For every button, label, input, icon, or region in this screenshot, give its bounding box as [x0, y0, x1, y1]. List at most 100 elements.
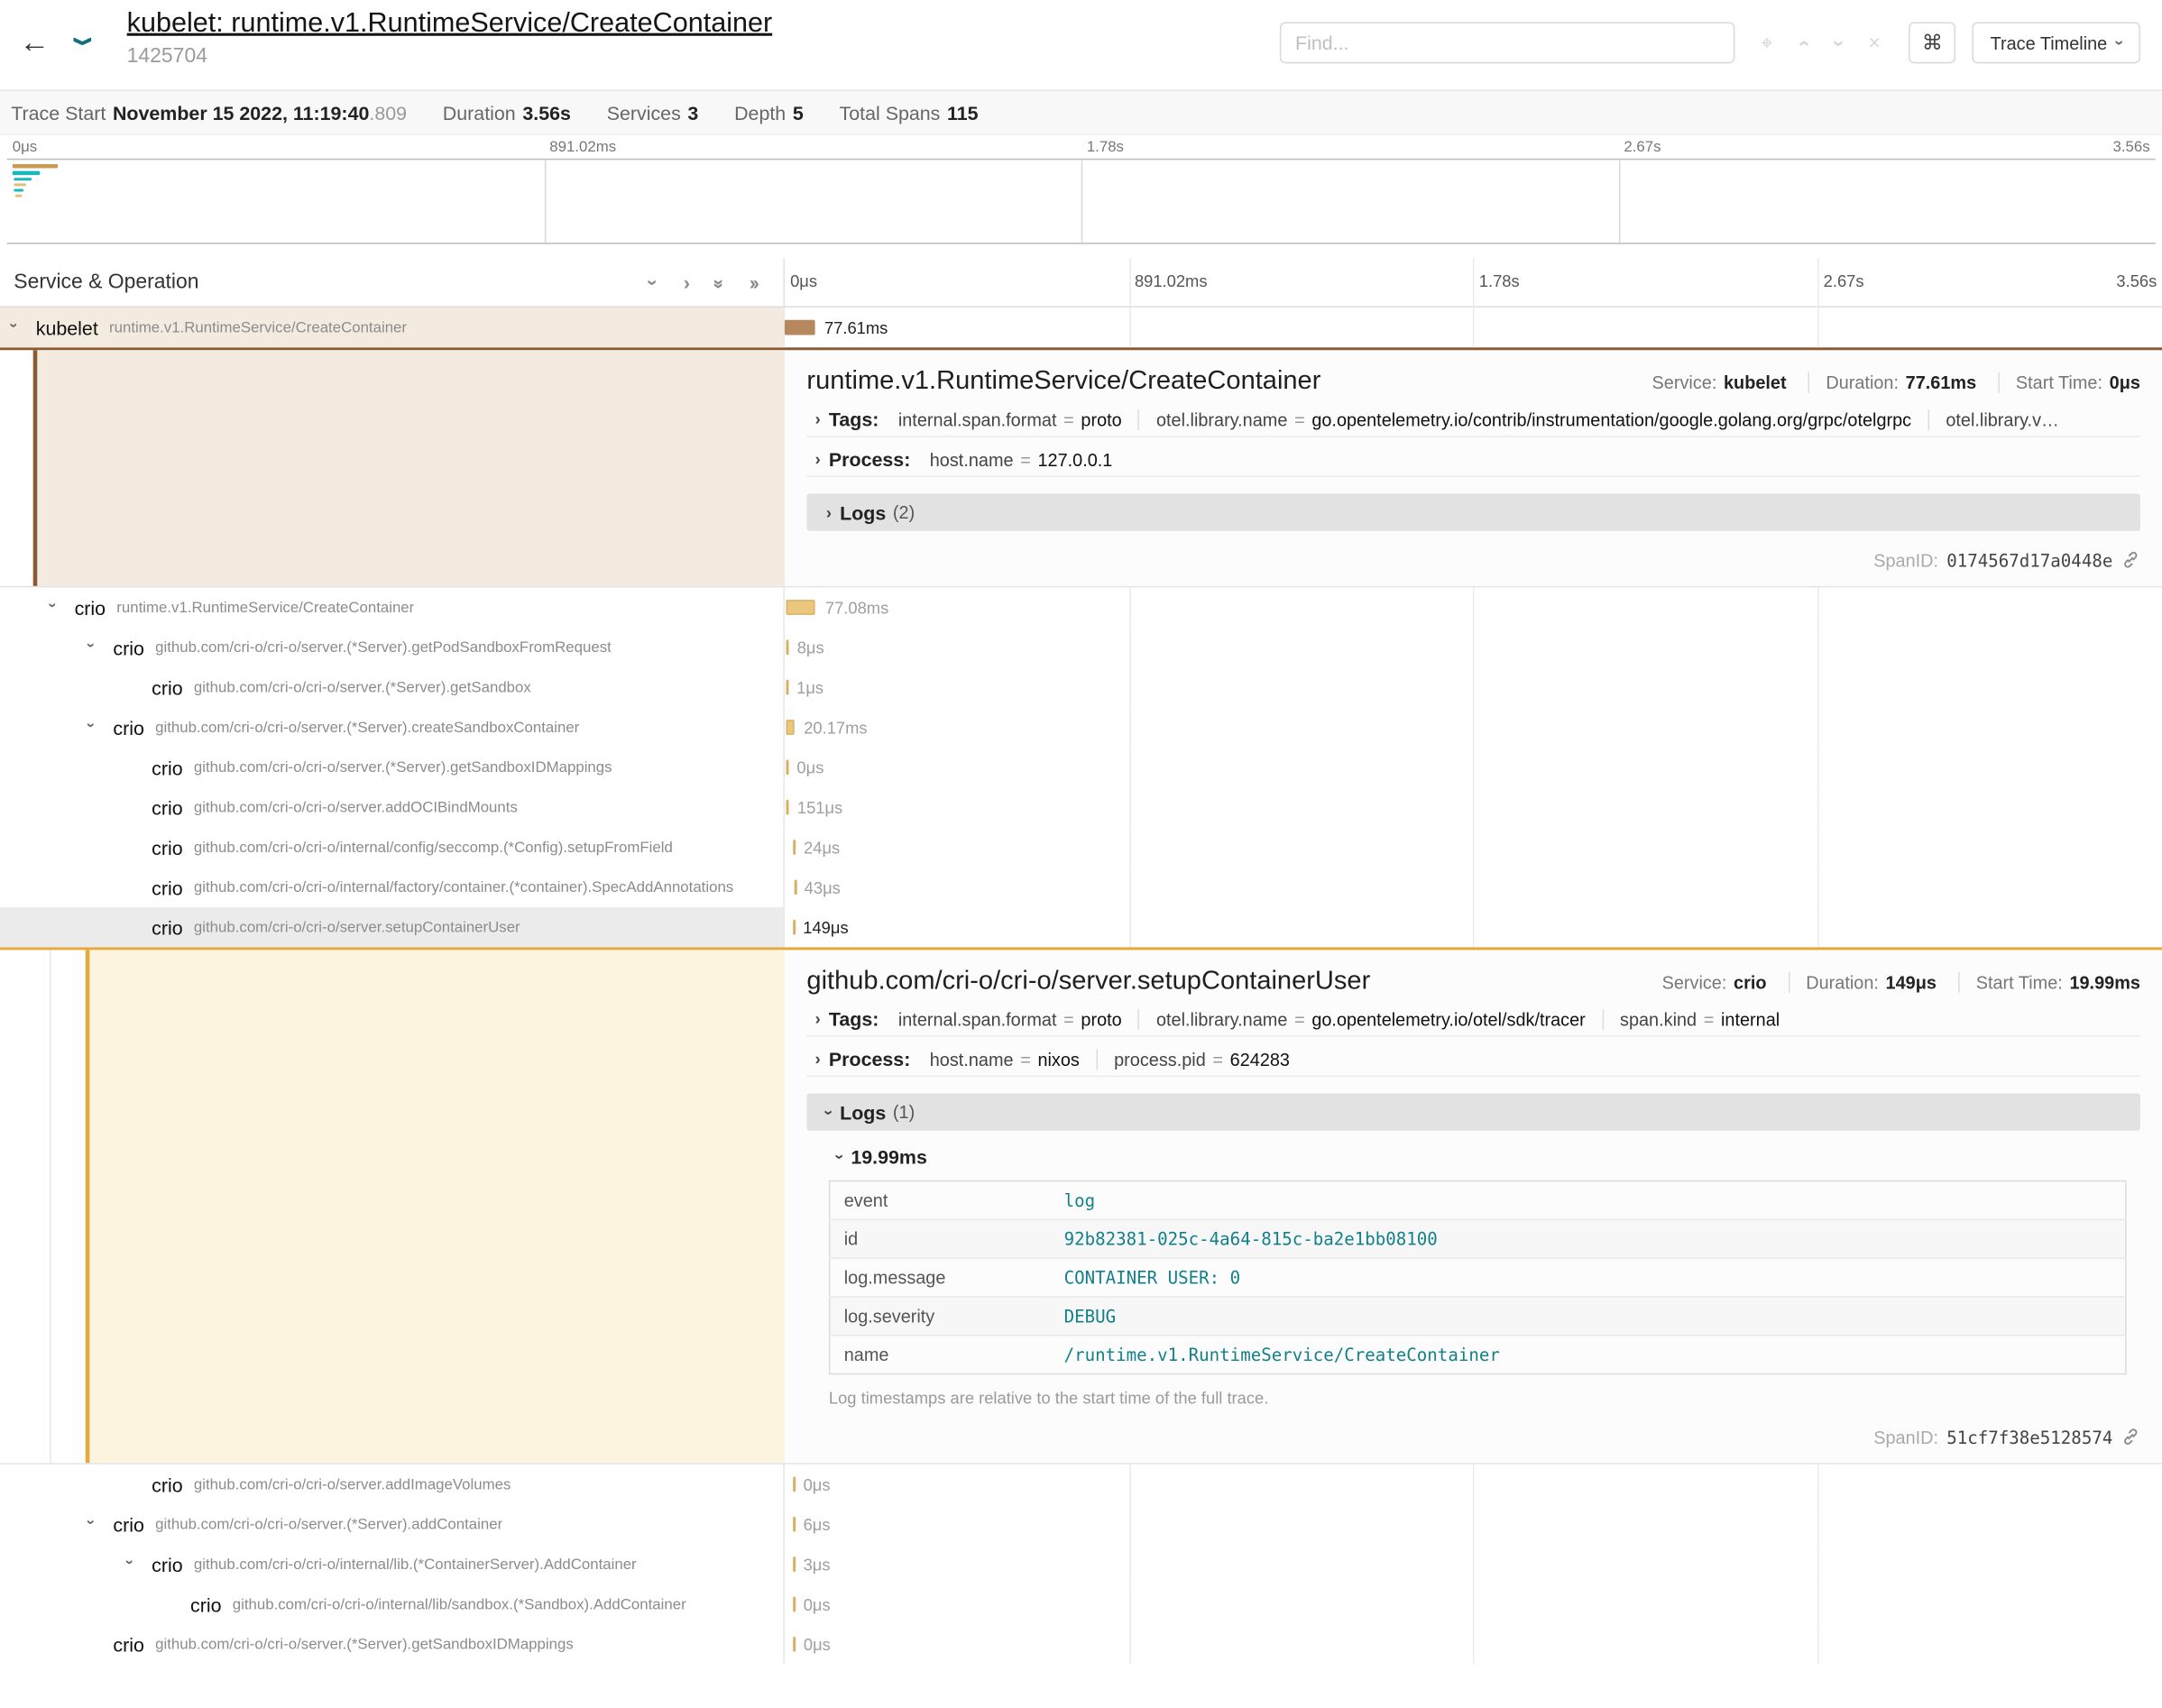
- span-bar[interactable]: [793, 1517, 796, 1532]
- span-name-cell[interactable]: criogithub.com/cri-o/cri-o/server.addIma…: [0, 1465, 785, 1504]
- span-name-cell[interactable]: criogithub.com/cri-o/cri-o/server.(*Serv…: [0, 748, 785, 787]
- back-button[interactable]: ←: [19, 25, 50, 61]
- span-row[interactable]: ›kubeletruntime.v1.RuntimeService/Create…: [0, 308, 2162, 347]
- find-clear-icon[interactable]: ×: [1856, 31, 1892, 54]
- span-name-cell[interactable]: ›criogithub.com/cri-o/cri-o/server.(*Ser…: [0, 1504, 785, 1544]
- span-name-cell[interactable]: criogithub.com/cri-o/cri-o/server.setupC…: [0, 907, 785, 947]
- span-name-cell[interactable]: criogithub.com/cri-o/cri-o/internal/fact…: [0, 868, 785, 907]
- span-row[interactable]: ›criogithub.com/cri-o/cri-o/internal/lib…: [0, 1544, 2162, 1584]
- span-bar[interactable]: [794, 879, 796, 895]
- span-row[interactable]: ›crioruntime.v1.RuntimeService/CreateCon…: [0, 587, 2162, 627]
- span-name-cell[interactable]: ›criogithub.com/cri-o/cri-o/internal/lib…: [0, 1544, 785, 1584]
- span-row[interactable]: criogithub.com/cri-o/cri-o/internal/conf…: [0, 827, 2162, 867]
- span-row[interactable]: criogithub.com/cri-o/cri-o/server.(*Serv…: [0, 1624, 2162, 1664]
- double-chevron-down-icon[interactable]: ››: [709, 265, 731, 298]
- span-detail-crio: github.com/cri-o/cri-o/server.setupConta…: [0, 947, 2162, 1464]
- span-bar[interactable]: [787, 720, 795, 735]
- span-bar[interactable]: [793, 1637, 796, 1652]
- log-entry-toggle[interactable]: › 19.99ms: [829, 1139, 2135, 1175]
- span-bar[interactable]: [787, 800, 789, 815]
- span-name-cell[interactable]: ›crioruntime.v1.RuntimeService/CreateCon…: [0, 587, 785, 627]
- span-operation-name: github.com/cri-o/cri-o/server.(*Server).…: [194, 759, 612, 776]
- span-timeline-cell[interactable]: 43μs: [785, 868, 2162, 907]
- trace-collapse-chevron-icon[interactable]: ›: [58, 36, 112, 46]
- span-timeline-cell[interactable]: 8μs: [785, 628, 2162, 667]
- span-name-cell[interactable]: criogithub.com/cri-o/cri-o/internal/lib/…: [0, 1584, 785, 1624]
- summary-value-fraction: .809: [369, 101, 407, 123]
- logs-accordion[interactable]: › Logs (1): [806, 1093, 2139, 1130]
- chevron-down-icon: ›: [819, 1101, 838, 1123]
- span-row[interactable]: criogithub.com/cri-o/cri-o/server.setupC…: [0, 907, 2162, 947]
- process-accordion[interactable]: › Process: host.name=nixosprocess.pid=62…: [806, 1042, 2139, 1077]
- span-service-name: crio: [113, 1633, 143, 1655]
- tag-key: host.name: [930, 1049, 1014, 1070]
- span-timeline-cell[interactable]: 151μs: [785, 787, 2162, 827]
- span-name-cell[interactable]: criogithub.com/cri-o/cri-o/server.addOCI…: [0, 787, 785, 827]
- span-row[interactable]: criogithub.com/cri-o/cri-o/internal/fact…: [0, 868, 2162, 907]
- span-name-cell[interactable]: ›criogithub.com/cri-o/cri-o/server.(*Ser…: [0, 707, 785, 747]
- logs-accordion[interactable]: › Logs (2): [806, 493, 2139, 530]
- span-service-name: crio: [75, 596, 106, 618]
- log-field-key: event: [830, 1181, 1051, 1220]
- span-name-cell[interactable]: ›kubeletruntime.v1.RuntimeService/Create…: [0, 308, 785, 347]
- find-input[interactable]: [1280, 22, 1735, 63]
- span-row[interactable]: criogithub.com/cri-o/cri-o/server.(*Serv…: [0, 748, 2162, 787]
- timeline-minimap[interactable]: [7, 159, 2156, 244]
- span-row[interactable]: criogithub.com/cri-o/cri-o/server.addIma…: [0, 1465, 2162, 1504]
- process-accordion[interactable]: › Process: host.name=127.0.0.1: [806, 443, 2139, 477]
- span-timeline-cell[interactable]: 6μs: [785, 1504, 2162, 1544]
- span-timeline-cell[interactable]: 20.17ms: [785, 707, 2162, 747]
- span-bar[interactable]: [793, 1597, 796, 1612]
- find-target-icon[interactable]: ⌖: [1749, 31, 1785, 54]
- link-icon[interactable]: [2121, 1427, 2140, 1446]
- span-row[interactable]: criogithub.com/cri-o/cri-o/internal/lib/…: [0, 1584, 2162, 1624]
- expand-chevron-icon[interactable]: ›: [5, 323, 22, 328]
- span-name-cell[interactable]: criogithub.com/cri-o/cri-o/server.(*Serv…: [0, 1624, 785, 1664]
- span-name-cell[interactable]: ›criogithub.com/cri-o/cri-o/server.(*Ser…: [0, 628, 785, 667]
- span-detail-indent-area: [0, 350, 785, 585]
- span-timeline-cell[interactable]: 0μs: [785, 1624, 2162, 1664]
- summary-item: Trace StartNovember 15 2022, 11:19:40.80…: [11, 101, 407, 123]
- expand-chevron-icon[interactable]: ›: [82, 1520, 98, 1525]
- span-timeline-cell[interactable]: 0μs: [785, 1465, 2162, 1504]
- span-timeline-cell[interactable]: 149μs: [785, 907, 2162, 947]
- tags-accordion[interactable]: › Tags: internal.span.format=protootel.l…: [806, 402, 2139, 436]
- span-bar[interactable]: [785, 320, 814, 335]
- expand-chevron-icon[interactable]: ›: [44, 602, 60, 608]
- expand-chevron-icon[interactable]: ›: [82, 722, 98, 728]
- span-bar[interactable]: [786, 600, 815, 615]
- span-timeline-cell[interactable]: 0μs: [785, 748, 2162, 787]
- span-timeline-cell[interactable]: 1μs: [785, 667, 2162, 707]
- span-row[interactable]: ›criogithub.com/cri-o/cri-o/server.(*Ser…: [0, 1504, 2162, 1544]
- span-timeline-cell[interactable]: 0μs: [785, 1584, 2162, 1624]
- span-row[interactable]: ›criogithub.com/cri-o/cri-o/server.(*Ser…: [0, 628, 2162, 667]
- link-icon[interactable]: [2121, 550, 2140, 569]
- span-name-cell[interactable]: criogithub.com/cri-o/cri-o/internal/conf…: [0, 827, 785, 867]
- tags-accordion[interactable]: › Tags: internal.span.format=protootel.l…: [806, 1003, 2139, 1037]
- span-row[interactable]: criogithub.com/cri-o/cri-o/server.(*Serv…: [0, 667, 2162, 707]
- span-bar[interactable]: [786, 680, 788, 695]
- span-bar[interactable]: [793, 1477, 796, 1492]
- chevron-right-icon[interactable]: ›: [670, 271, 704, 292]
- span-row[interactable]: criogithub.com/cri-o/cri-o/server.addOCI…: [0, 787, 2162, 827]
- double-chevron-right-icon[interactable]: ››: [736, 271, 769, 292]
- span-row[interactable]: ›criogithub.com/cri-o/cri-o/server.(*Ser…: [0, 707, 2162, 747]
- trace-title-link[interactable]: kubelet: runtime.v1.RuntimeService/Creat…: [127, 8, 773, 39]
- chevron-down-icon[interactable]: ›: [642, 265, 664, 298]
- span-timeline-cell[interactable]: 3μs: [785, 1544, 2162, 1584]
- span-bar[interactable]: [793, 920, 796, 935]
- span-bar[interactable]: [793, 1556, 796, 1572]
- span-name-cell[interactable]: criogithub.com/cri-o/cri-o/server.(*Serv…: [0, 667, 785, 707]
- keyboard-shortcuts-button[interactable]: ⌘: [1909, 22, 1955, 63]
- expand-chevron-icon[interactable]: ›: [82, 643, 98, 648]
- span-bar[interactable]: [793, 840, 796, 855]
- span-bar[interactable]: [786, 639, 788, 655]
- expand-chevron-icon[interactable]: ›: [121, 1559, 137, 1565]
- span-timeline-cell[interactable]: 77.08ms: [785, 587, 2162, 627]
- span-timeline-cell[interactable]: 24μs: [785, 827, 2162, 867]
- find-next-icon[interactable]: ›: [1821, 31, 1857, 54]
- find-prev-icon[interactable]: ›: [1785, 31, 1821, 54]
- span-bar[interactable]: [787, 759, 789, 775]
- span-timeline-cell[interactable]: 77.61ms: [785, 308, 2162, 347]
- trace-view-selector-button[interactable]: Trace Timeline ›: [1973, 22, 2140, 63]
